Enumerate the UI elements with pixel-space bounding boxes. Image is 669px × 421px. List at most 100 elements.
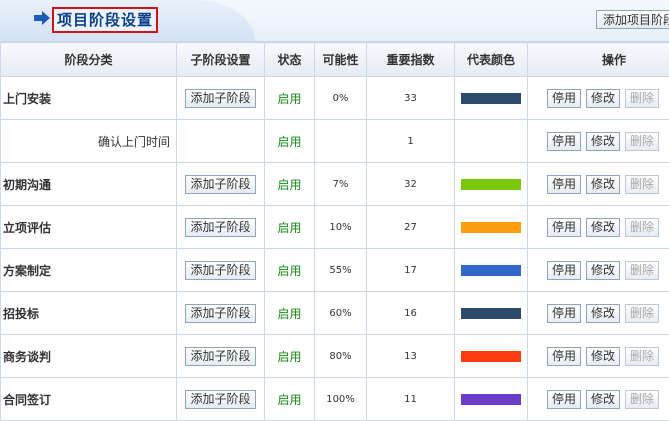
status-text: 启用: [265, 335, 315, 378]
delete-button[interactable]: 删除: [625, 175, 659, 194]
color-cell: [455, 292, 528, 335]
disable-button[interactable]: 停用: [547, 175, 581, 194]
delete-button[interactable]: 删除: [625, 390, 659, 409]
actions-cell: 停用修改删除: [528, 163, 669, 206]
color-swatch: [461, 308, 521, 319]
color-swatch: [461, 265, 521, 276]
substage-cell: 添加子阶段: [177, 206, 265, 249]
disable-button[interactable]: 停用: [547, 390, 581, 409]
delete-button[interactable]: 删除: [625, 347, 659, 366]
arrow-right-icon: [34, 11, 50, 25]
page-title: 项目阶段设置: [52, 7, 158, 33]
importance-value: 32: [367, 163, 455, 206]
stage-name: 商务谈判: [1, 335, 177, 378]
importance-value: 27: [367, 206, 455, 249]
delete-button[interactable]: 删除: [625, 218, 659, 237]
stage-name: 初期沟通: [1, 163, 177, 206]
actions-cell: 停用修改删除: [528, 120, 669, 163]
table-row: 上门安装添加子阶段启用0%33停用修改删除: [1, 77, 669, 120]
table-header-row: 阶段分类 子阶段设置 状态 可能性 重要指数 代表颜色 操作: [1, 43, 669, 77]
stage-name: 合同签订: [1, 378, 177, 421]
add-substage-button[interactable]: 添加子阶段: [185, 304, 255, 323]
table-row: 立项评估添加子阶段启用10%27停用修改删除: [1, 206, 669, 249]
status-text: 启用: [265, 120, 315, 163]
actions-cell: 停用修改删除: [528, 77, 669, 120]
add-substage-button[interactable]: 添加子阶段: [185, 390, 255, 409]
probability-value: 100%: [315, 378, 367, 421]
add-substage-button[interactable]: 添加子阶段: [185, 218, 255, 237]
disable-button[interactable]: 停用: [547, 218, 581, 237]
table-row: 方案制定添加子阶段启用55%17停用修改删除: [1, 249, 669, 292]
delete-button[interactable]: 删除: [625, 304, 659, 323]
top-bar: 项目阶段设置 添加项目阶段: [0, 0, 669, 42]
disable-button[interactable]: 停用: [547, 347, 581, 366]
edit-button[interactable]: 修改: [586, 132, 620, 151]
color-cell: [455, 77, 528, 120]
color-swatch: [461, 222, 521, 233]
color-cell: [455, 120, 528, 163]
importance-value: 11: [367, 378, 455, 421]
substage-cell: 添加子阶段: [177, 163, 265, 206]
importance-value: 33: [367, 77, 455, 120]
edit-button[interactable]: 修改: [586, 347, 620, 366]
status-text: 启用: [265, 77, 315, 120]
table-row: 商务谈判添加子阶段启用80%13停用修改删除: [1, 335, 669, 378]
edit-button[interactable]: 修改: [586, 89, 620, 108]
edit-button[interactable]: 修改: [586, 390, 620, 409]
color-swatch: [461, 179, 521, 190]
col-header-category: 阶段分类: [1, 43, 177, 77]
add-substage-button[interactable]: 添加子阶段: [185, 89, 255, 108]
add-substage-button[interactable]: 添加子阶段: [185, 347, 255, 366]
color-cell: [455, 249, 528, 292]
edit-button[interactable]: 修改: [586, 218, 620, 237]
color-swatch: [461, 394, 521, 405]
col-header-substage: 子阶段设置: [177, 43, 265, 77]
actions-cell: 停用修改删除: [528, 206, 669, 249]
importance-value: 17: [367, 249, 455, 292]
table-row: 确认上门时间 启用 1 停用修改删除: [1, 120, 669, 163]
probability-value: 7%: [315, 163, 367, 206]
stage-name: 确认上门时间: [1, 120, 177, 163]
col-header-actions: 操作: [528, 43, 669, 77]
substage-cell: 添加子阶段: [177, 292, 265, 335]
status-text: 启用: [265, 163, 315, 206]
add-substage-button[interactable]: 添加子阶段: [185, 261, 255, 280]
table-row: 合同签订添加子阶段启用100%11 停用修改删除: [1, 378, 669, 421]
stage-name: 方案制定: [1, 249, 177, 292]
substage-cell: 添加子阶段: [177, 335, 265, 378]
color-cell: [455, 378, 528, 421]
status-text: 启用: [265, 206, 315, 249]
importance-value: 16: [367, 292, 455, 335]
disable-button[interactable]: 停用: [547, 304, 581, 323]
delete-button[interactable]: 删除: [625, 89, 659, 108]
col-header-color: 代表颜色: [455, 43, 528, 77]
color-cell: [455, 163, 528, 206]
add-project-stage-button[interactable]: 添加项目阶段: [596, 10, 669, 29]
add-substage-button[interactable]: 添加子阶段: [185, 175, 255, 194]
probability-value: 0%: [315, 77, 367, 120]
color-cell: [455, 206, 528, 249]
table-body: 上门安装添加子阶段启用0%33停用修改删除确认上门时间启用1停用修改删除初期沟通…: [1, 77, 669, 421]
disable-button[interactable]: 停用: [547, 261, 581, 280]
importance-value: 1: [367, 120, 455, 163]
probability-value: [315, 120, 367, 163]
edit-button[interactable]: 修改: [586, 261, 620, 280]
edit-button[interactable]: 修改: [586, 304, 620, 323]
col-header-probability: 可能性: [315, 43, 367, 77]
disable-button[interactable]: 停用: [547, 89, 581, 108]
status-text: 启用: [265, 249, 315, 292]
delete-button[interactable]: 删除: [625, 132, 659, 151]
color-swatch: [461, 351, 521, 362]
substage-cell: 添加子阶段: [177, 378, 265, 421]
actions-cell: 停用修改删除: [528, 249, 669, 292]
delete-button[interactable]: 删除: [625, 261, 659, 280]
actions-cell: 停用修改删除: [528, 292, 669, 335]
disable-button[interactable]: 停用: [547, 132, 581, 151]
actions-cell: 停用修改删除: [528, 378, 669, 421]
importance-value: 13: [367, 335, 455, 378]
edit-button[interactable]: 修改: [586, 175, 620, 194]
table-row: 招投标添加子阶段启用60%16停用修改删除: [1, 292, 669, 335]
stage-name: 立项评估: [1, 206, 177, 249]
status-text: 启用: [265, 292, 315, 335]
status-text: 启用: [265, 378, 315, 421]
